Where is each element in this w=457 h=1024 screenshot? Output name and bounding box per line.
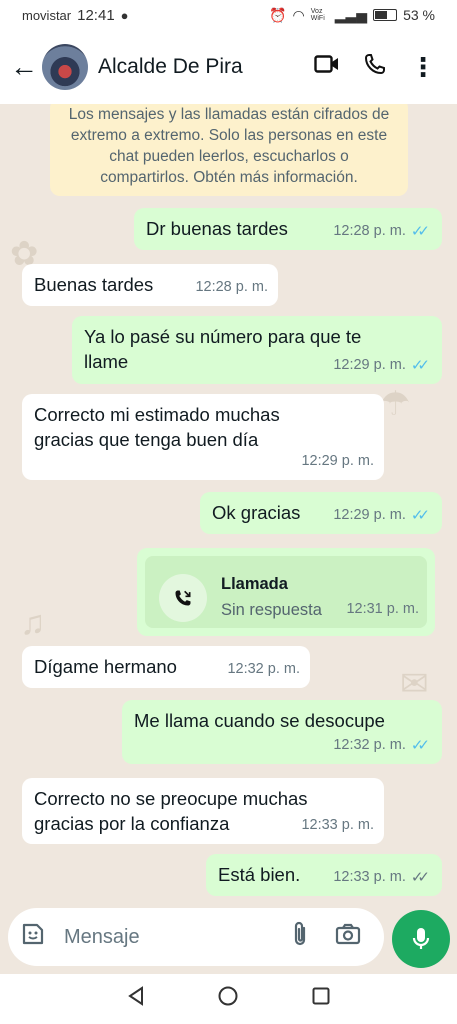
wifi-icon: ◠ [292,6,305,23]
read-receipt-icon: ✓✓ [410,223,430,240]
delivered-receipt-icon: ✓✓ [410,869,430,886]
message-outgoing[interactable]: Está bien. 12:33 p. m. ✓✓ [206,854,442,896]
call-log-bubble[interactable]: Llamada Sin respuesta 12:31 p. m. [137,548,435,636]
message-time: 12:29 p. m. [333,507,406,523]
message-outgoing[interactable]: Me llama cuando se desocupe 12:32 p. m. … [122,700,442,764]
battery-percent: 53 % [403,7,435,23]
doodle-icon: ✉ [400,665,429,703]
message-text: Correcto mi estimado muchas gracias que … [34,404,280,450]
message-time: 12:32 p. m. [227,661,300,677]
clock: 12:41 [77,6,115,24]
message-outgoing[interactable]: Dr buenas tardes 12:28 p. m. ✓✓ [134,208,442,250]
message-incoming[interactable]: Buenas tardes 12:28 p. m. [22,264,278,306]
message-time: 12:29 p. m. [301,453,374,469]
read-receipt-icon: ✓✓ [410,357,430,374]
message-time: 12:28 p. m. [333,223,406,239]
message-meta: 12:31 p. m. [346,597,419,622]
message-input[interactable]: Mensaje [54,926,276,949]
message-meta: 12:29 p. m. ✓✓ [333,353,430,378]
message-meta: 12:29 p. m. ✓✓ [333,503,430,528]
call-card[interactable]: Llamada Sin respuesta 12:31 p. m. [145,556,427,628]
message-text: Está bien. [218,864,301,885]
chat-header: ← Alcalde De Pira ⋮ [0,30,457,104]
message-meta: 12:28 p. m. [195,275,268,300]
battery-icon [373,9,398,21]
message-time: 12:31 p. m. [346,601,419,617]
video-call-icon[interactable] [303,54,351,80]
missed-call-icon [159,574,207,622]
message-time: 12:32 p. m. [333,737,406,753]
message-incoming[interactable]: Correcto no se preocupe muchas gracias p… [22,778,384,844]
message-text: Ya lo pasé su número para que te llame [84,326,362,372]
camera-icon[interactable] [324,923,372,951]
volte-label: Voz WiFi [310,8,325,22]
doodle-icon: ♫ [20,604,46,642]
message-meta: 12:28 p. m. ✓✓ [333,219,430,244]
message-time: 12:29 p. m. [333,357,406,373]
mic-icon[interactable] [392,910,450,968]
message-composer[interactable]: Mensaje [8,908,384,966]
more-vert-icon[interactable]: ⋮ [399,52,447,83]
call-title: Llamada [221,575,288,593]
message-meta: 12:32 p. m. ✓✓ [333,733,430,758]
read-receipt-icon: ✓✓ [410,737,430,754]
message-outgoing[interactable]: Ok gracias 12:29 p. m. ✓✓ [200,492,442,534]
message-meta: 12:33 p. m. ✓✓ [333,865,430,890]
message-meta: 12:32 p. m. [227,657,300,682]
status-bar: movistar 12:41 ● ⏰ ◠ Voz WiFi ▂▃▅ 53 % [0,0,457,30]
signal-icon: ▂▃▅ [334,6,368,23]
read-receipt-icon: ✓✓ [410,507,430,524]
recents-nav-icon[interactable] [310,985,332,1013]
alarm-icon: ⏰ [269,6,287,23]
message-outgoing[interactable]: Ya lo pasé su número para que te llame 1… [72,316,442,384]
home-nav-icon[interactable] [217,985,239,1013]
message-text: Correcto no se preocupe muchas gracias p… [34,788,308,834]
message-text: Me llama cuando se desocupe [134,710,385,731]
message-time: 12:33 p. m. [301,817,374,833]
system-navigation-bar [0,974,457,1024]
message-text: Buenas tardes [34,274,154,295]
message-text: Dígame hermano [34,656,177,677]
sticker-icon[interactable] [20,921,54,953]
notification-icon: ● [120,7,129,23]
message-meta: 12:33 p. m. [301,813,374,838]
back-nav-icon[interactable] [125,985,147,1013]
avatar[interactable] [42,44,88,90]
call-status: Sin respuesta [221,601,322,619]
carrier-label: movistar [22,7,72,23]
message-incoming[interactable]: Correcto mi estimado muchas gracias que … [22,394,384,480]
chat-area[interactable]: ✿ ☂ ♫ ✉ ☕ Los mensajes y las llamadas es… [0,104,457,908]
message-meta: 12:29 p. m. [301,449,374,474]
encryption-notice[interactable]: Los mensajes y las llamadas están cifrad… [50,104,408,196]
message-incoming[interactable]: Dígame hermano 12:32 p. m. [22,646,310,688]
contact-name[interactable]: Alcalde De Pira [98,55,303,79]
doodle-icon: ☂ [380,385,411,423]
message-time: 12:28 p. m. [195,279,268,295]
message-time: 12:33 p. m. [333,869,406,885]
message-text: Dr buenas tardes [146,218,288,239]
phone-icon[interactable] [351,52,399,82]
message-text: Ok gracias [212,502,301,523]
paperclip-icon[interactable] [276,921,324,953]
arrow-left-icon[interactable]: ← [10,51,38,83]
